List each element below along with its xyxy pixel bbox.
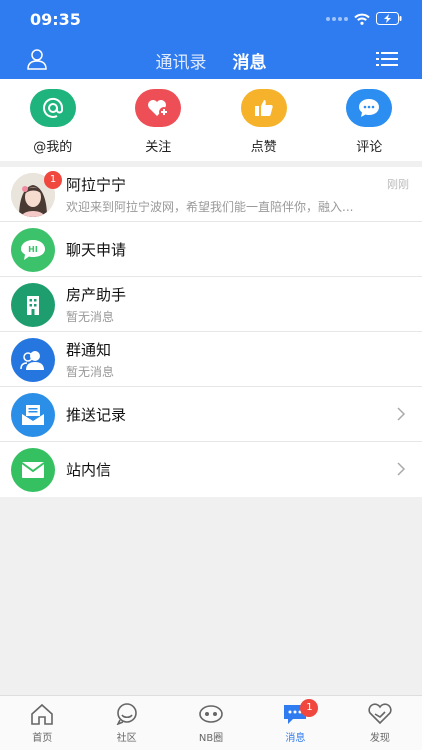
message-item-alaningning[interactable]: 1 阿拉宁宁 欢迎来到阿拉宁波网，希望我们能一直陪伴你，融入... 刚刚	[0, 167, 422, 222]
message-title: 站内信	[66, 461, 112, 479]
thumbs-up-icon	[240, 89, 287, 127]
tabbar-home[interactable]: 首页	[0, 696, 84, 750]
comment-icon	[346, 89, 393, 127]
quick-likes[interactable]: 点赞	[211, 79, 317, 161]
wifi-icon	[354, 13, 370, 25]
message-list: 1 阿拉宁宁 欢迎来到阿拉宁波网，希望我们能一直陪伴你，融入... 刚刚 HI …	[0, 167, 422, 497]
app-header: 09:35 通讯录 消息	[0, 0, 422, 83]
tabbar-label: 首页	[32, 733, 53, 744]
message-title: 群通知	[66, 341, 112, 359]
quick-mentions-label: @我的	[33, 140, 73, 155]
message-title: 推送记录	[66, 406, 127, 424]
quick-comments[interactable]: 评论	[317, 79, 422, 161]
tabbar-label: 社区	[116, 733, 137, 744]
message-title: 房产助手	[66, 286, 127, 304]
message-preview: 暂无消息	[66, 365, 115, 379]
chat-hi-icon: HI	[11, 228, 55, 272]
heart-plus-icon	[135, 89, 182, 127]
message-title: 阿拉宁宁	[66, 176, 127, 194]
menu-icon[interactable]	[376, 51, 398, 67]
community-icon	[116, 703, 137, 725]
quick-likes-label: 点赞	[250, 140, 277, 155]
battery-icon	[376, 12, 402, 25]
tabbar-label: NB圈	[198, 733, 224, 744]
status-bar: 09:35	[0, 0, 422, 40]
tabbar-messages[interactable]: 1 消息	[253, 696, 337, 750]
tabbar-label: 消息	[285, 733, 306, 744]
status-time: 09:35	[30, 10, 81, 29]
building-icon	[11, 283, 55, 327]
home-icon	[31, 703, 54, 725]
signal-icon	[326, 16, 348, 21]
tabbar-nb-circle[interactable]: NB圈	[169, 696, 253, 750]
message-item-chat-request[interactable]: HI 聊天申请	[0, 222, 422, 277]
bottom-tab-bar: 首页 社区 NB圈 1 消息 发现	[0, 695, 422, 750]
unread-badge: 1	[44, 171, 62, 189]
discover-icon	[368, 703, 392, 725]
tabbar-discover[interactable]: 发现	[338, 696, 422, 750]
chevron-right-icon	[397, 407, 406, 421]
tabbar-badge: 1	[300, 699, 319, 717]
quick-actions: @我的 关注 点赞 评论	[0, 79, 422, 161]
tab-messages[interactable]: 消息	[233, 48, 267, 83]
message-time: 刚刚	[387, 178, 409, 191]
message-preview: 暂无消息	[66, 310, 115, 324]
top-nav: 通讯录 消息	[0, 40, 422, 83]
message-item-group-notice[interactable]: 群通知 暂无消息	[0, 332, 422, 387]
message-title: 聊天申请	[66, 241, 127, 259]
inbox-icon	[11, 393, 55, 437]
tab-contacts[interactable]: 通讯录	[156, 48, 207, 83]
quick-follow[interactable]: 关注	[106, 79, 212, 161]
svg-text:HI: HI	[28, 245, 38, 254]
quick-mentions[interactable]: @我的	[0, 79, 106, 161]
quick-comments-label: 评论	[356, 140, 383, 155]
envelope-icon	[11, 448, 55, 492]
quick-follow-label: 关注	[145, 140, 172, 155]
chevron-right-icon	[397, 462, 406, 476]
status-icons	[326, 12, 402, 25]
message-item-property-assistant[interactable]: 房产助手 暂无消息	[0, 277, 422, 332]
nav-tabs: 通讯录 消息	[0, 48, 422, 83]
nb-circle-icon	[199, 705, 223, 723]
message-preview: 欢迎来到阿拉宁波网，希望我们能一直陪伴你，融入...	[66, 200, 354, 214]
tabbar-label: 发现	[369, 733, 390, 744]
tabbar-community[interactable]: 社区	[84, 696, 168, 750]
message-item-push-history[interactable]: 推送记录	[0, 387, 422, 442]
message-item-site-mail[interactable]: 站内信	[0, 442, 422, 497]
group-icon	[11, 338, 55, 382]
at-icon	[29, 89, 76, 127]
